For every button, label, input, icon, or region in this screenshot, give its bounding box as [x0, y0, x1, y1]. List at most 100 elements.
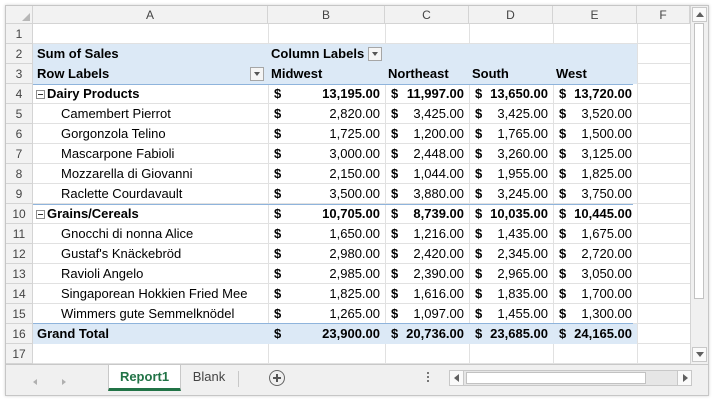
value-cell[interactable]: 3,500.00	[300, 184, 380, 204]
value-cell[interactable]: 1,650.00	[300, 224, 380, 244]
plus-circle-icon[interactable]	[269, 370, 285, 386]
row-header[interactable]: 8	[6, 164, 33, 184]
row-header[interactable]: 4	[6, 84, 33, 104]
value-cell[interactable]: 1,725.00	[300, 124, 380, 144]
column-header-d[interactable]: D	[469, 6, 553, 24]
value-cell[interactable]: 1,216.00	[384, 224, 464, 244]
splitter-dots-icon[interactable]	[427, 372, 429, 374]
item-label[interactable]: Ravioli Angelo	[61, 264, 143, 284]
value-cell[interactable]: 3,520.00	[552, 104, 632, 124]
row-header[interactable]: 17	[6, 344, 33, 364]
group-label[interactable]: Grains/Cereals	[47, 204, 139, 224]
value-cell[interactable]: 1,300.00	[552, 304, 632, 324]
value-cell[interactable]: 3,050.00	[552, 264, 632, 284]
value-cell[interactable]: 8,739.00	[384, 204, 464, 224]
value-cell[interactable]: 10,705.00	[300, 204, 380, 224]
column-header-b[interactable]: B	[268, 6, 385, 24]
row-header[interactable]: 7	[6, 144, 33, 164]
select-all-corner[interactable]	[6, 6, 33, 24]
value-cell[interactable]: 3,425.00	[384, 104, 464, 124]
value-cell[interactable]: 1,825.00	[300, 284, 380, 304]
row-header[interactable]: 2	[6, 44, 33, 64]
value-cell[interactable]: 11,997.00	[384, 84, 464, 104]
row-header[interactable]: 16	[6, 324, 33, 344]
next-sheet-arrow-icon[interactable]	[62, 379, 66, 385]
row-header[interactable]: 9	[6, 184, 33, 204]
column-labels-label[interactable]: Column Labels	[271, 44, 364, 64]
column-header-f[interactable]: F	[637, 6, 690, 24]
item-label[interactable]: Gorgonzola Telino	[61, 124, 166, 144]
prev-sheet-arrow-icon[interactable]	[33, 379, 37, 385]
minus-box-icon[interactable]	[36, 90, 45, 99]
value-cell[interactable]: 2,985.00	[300, 264, 380, 284]
value-cell[interactable]: 1,455.00	[468, 304, 548, 324]
column-header-a[interactable]: A	[33, 6, 268, 24]
value-cell[interactable]: 13,720.00	[552, 84, 632, 104]
value-cell[interactable]: 1,700.00	[552, 284, 632, 304]
value-cell[interactable]: 1,616.00	[384, 284, 464, 304]
value-cell[interactable]: 1,200.00	[384, 124, 464, 144]
sheet-tab-blank[interactable]: Blank	[184, 365, 234, 391]
grand-total-label[interactable]: Grand Total	[37, 324, 109, 344]
value-cell[interactable]: 1,765.00	[468, 124, 548, 144]
value-cell[interactable]: 3,260.00	[468, 144, 548, 164]
value-cell[interactable]: 2,150.00	[300, 164, 380, 184]
value-cell[interactable]: 1,435.00	[468, 224, 548, 244]
sum-of-sales-label[interactable]: Sum of Sales	[37, 44, 119, 64]
value-cell[interactable]: 13,650.00	[468, 84, 548, 104]
scroll-up-button[interactable]	[692, 7, 707, 22]
value-cell[interactable]: 2,345.00	[468, 244, 548, 264]
value-cell[interactable]: 1,955.00	[468, 164, 548, 184]
value-cell[interactable]: 2,820.00	[300, 104, 380, 124]
value-cell[interactable]: 2,390.00	[384, 264, 464, 284]
value-cell[interactable]: 3,880.00	[384, 184, 464, 204]
region-header-northeast[interactable]: Northeast	[388, 64, 449, 84]
row-header[interactable]: 5	[6, 104, 33, 124]
value-cell[interactable]: 1,097.00	[384, 304, 464, 324]
value-cell[interactable]: 1,265.00	[300, 304, 380, 324]
row-labels-label[interactable]: Row Labels	[37, 64, 109, 84]
row-header[interactable]: 1	[6, 24, 33, 44]
item-label[interactable]: Gnocchi di nonna Alice	[61, 224, 193, 244]
value-cell[interactable]: 23,685.00	[468, 324, 548, 344]
row-header[interactable]: 13	[6, 264, 33, 284]
item-label[interactable]: Camembert Pierrot	[61, 104, 171, 124]
minus-box-icon[interactable]	[36, 210, 45, 219]
item-label[interactable]: Singaporean Hokkien Fried Mee	[61, 284, 247, 304]
row-header[interactable]: 10	[6, 204, 33, 224]
item-label[interactable]: Wimmers gute Semmelknödel	[61, 304, 234, 324]
row-header[interactable]: 11	[6, 224, 33, 244]
vertical-scroll-thumb[interactable]	[694, 23, 704, 299]
scroll-right-button[interactable]	[677, 371, 691, 385]
value-cell[interactable]: 1,825.00	[552, 164, 632, 184]
value-cell[interactable]: 2,448.00	[384, 144, 464, 164]
region-header-west[interactable]: West	[556, 64, 587, 84]
value-cell[interactable]: 2,965.00	[468, 264, 548, 284]
group-label[interactable]: Dairy Products	[47, 84, 139, 104]
value-cell[interactable]: 1,044.00	[384, 164, 464, 184]
horizontal-scrollbar[interactable]	[449, 370, 692, 386]
value-cell[interactable]: 10,445.00	[552, 204, 632, 224]
item-label[interactable]: Raclette Courdavault	[61, 184, 182, 204]
cell-grid[interactable]: Sum of Sales Column Labels Row Labels Mi…	[33, 24, 690, 364]
value-cell[interactable]: 1,500.00	[552, 124, 632, 144]
value-cell[interactable]: 24,165.00	[552, 324, 632, 344]
value-cell[interactable]: 2,720.00	[552, 244, 632, 264]
value-cell[interactable]: 3,425.00	[468, 104, 548, 124]
value-cell[interactable]: 3,000.00	[300, 144, 380, 164]
column-header-c[interactable]: C	[385, 6, 469, 24]
region-header-midwest[interactable]: Midwest	[271, 64, 322, 84]
row-header[interactable]: 15	[6, 304, 33, 324]
item-label[interactable]: Mascarpone Fabioli	[61, 144, 174, 164]
column-header-e[interactable]: E	[553, 6, 637, 24]
region-header-south[interactable]: South	[472, 64, 509, 84]
scroll-left-button[interactable]	[450, 371, 464, 385]
row-header[interactable]: 6	[6, 124, 33, 144]
item-label[interactable]: Gustaf's Knäckebröd	[61, 244, 181, 264]
vertical-scrollbar[interactable]	[690, 6, 708, 364]
value-cell[interactable]: 2,980.00	[300, 244, 380, 264]
value-cell[interactable]: 3,125.00	[552, 144, 632, 164]
value-cell[interactable]: 1,675.00	[552, 224, 632, 244]
item-label[interactable]: Mozzarella di Giovanni	[61, 164, 193, 184]
value-cell[interactable]: 1,835.00	[468, 284, 548, 304]
